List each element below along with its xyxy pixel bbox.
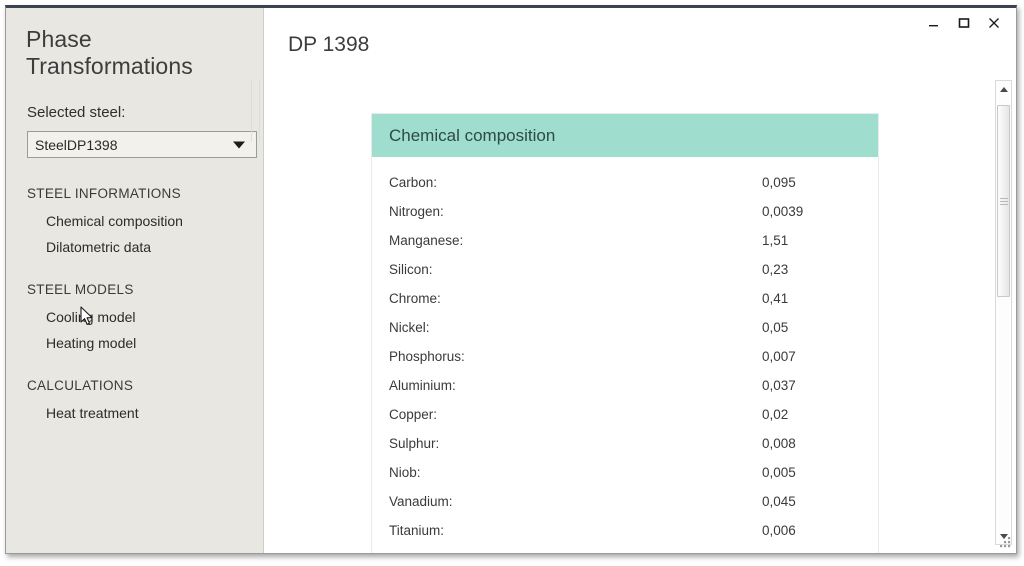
app-title: Phase Transformations [26, 26, 193, 79]
composition-element-value: 0,008 [762, 436, 796, 451]
sidebar-item-heating-model[interactable]: Heating model [6, 330, 263, 356]
resize-grip[interactable] [999, 536, 1013, 550]
scrollbar-thumb[interactable] [997, 105, 1010, 297]
vertical-scrollbar[interactable] [995, 80, 1012, 545]
composition-element-name: Copper: [389, 407, 438, 422]
composition-element-value: 0,005 [762, 465, 796, 480]
steel-select-value: SteelDP1398 [35, 136, 118, 153]
composition-list: Carbon: 0,095 Nitrogen: 0,0039 Manganese: 1,5… [372, 157, 878, 553]
nav-group-steel-informations: STEEL INFORMATIONS Chemical composition … [6, 186, 263, 260]
composition-element-name: Phosphorus: [389, 349, 465, 364]
composition-element-value: 0,02 [762, 407, 789, 422]
composition-element-value: 0,037 [762, 378, 796, 393]
composition-row: Nitrogen: 0,0039 [372, 197, 878, 226]
composition-element-name: Sulphur: [389, 436, 440, 451]
composition-element-name: Vanadium: [389, 494, 453, 509]
composition-element-value: 0,006 [762, 523, 796, 538]
composition-row: Niob: 0,005 [372, 458, 878, 487]
card-header-title: Chemical composition [389, 125, 556, 145]
composition-element-name: Niob: [389, 465, 421, 480]
chevron-down-icon [233, 141, 245, 148]
nav-group-title: STEEL INFORMATIONS [27, 186, 181, 201]
sidebar-item-dilatometric-data[interactable]: Dilatometric data [6, 234, 263, 260]
card-header: Chemical composition [372, 114, 878, 157]
sidebar-item-chemical-composition[interactable]: Chemical composition [6, 208, 263, 234]
nav-group-title: STEEL MODELS [27, 282, 134, 297]
composition-element-name: Chrome: [389, 291, 441, 306]
desktop-background: Phase Transformations Selected steel: St… [0, 0, 1024, 566]
sidebar-scrollbar-track[interactable] [251, 80, 260, 142]
composition-element-value: 0,23 [762, 262, 789, 277]
page-title: DP 1398 [288, 33, 370, 56]
grip-icon [999, 197, 1008, 205]
composition-row: Carbon: 0,095 [372, 168, 878, 197]
selected-steel-label: Selected steel: [27, 104, 126, 121]
composition-row: Manganese: 1,51 [372, 226, 878, 255]
composition-element-value: 0,05 [762, 320, 789, 335]
composition-element-name: Aluminium: [389, 378, 456, 393]
composition-row: Titanium: 0,006 [372, 516, 878, 545]
composition-element-name: Nitrogen: [389, 204, 444, 219]
composition-element-name: Titanium: [389, 523, 445, 538]
application-window: Phase Transformations Selected steel: St… [5, 5, 1017, 554]
composition-row: Phosphorus: 0,007 [372, 342, 878, 371]
composition-element-name: Silicon: [389, 262, 433, 277]
chemical-composition-card: Chemical composition Carbon: 0,095 Nitroge… [371, 113, 879, 553]
scrollbar-track[interactable] [996, 97, 1011, 528]
composition-row: Sulphur: 0,008 [372, 429, 878, 458]
window-controls [926, 8, 1016, 38]
composition-element-name: Manganese: [389, 233, 464, 248]
composition-row: Copper: 0,02 [372, 400, 878, 429]
nav-group-steel-models: STEEL MODELS Cooling model Heating model [6, 282, 263, 356]
composition-element-value: 0,0039 [762, 204, 804, 219]
minimize-icon[interactable] [926, 15, 942, 31]
composition-element-value: 0,41 [762, 291, 789, 306]
composition-element-value: 1,51 [762, 233, 789, 248]
nav-group-title: CALCULATIONS [27, 378, 134, 393]
composition-row: Vanadium: 0,045 [372, 487, 878, 516]
triangle-up-icon [999, 86, 1008, 92]
composition-element-name: Nickel: [389, 320, 430, 335]
composition-row: Silicon: 0,23 [372, 255, 878, 284]
composition-row: Nickel: 0,05 [372, 313, 878, 342]
scroll-up-button[interactable] [996, 81, 1011, 97]
maximize-icon[interactable] [956, 15, 972, 31]
composition-row: Chrome: 0,41 [372, 284, 878, 313]
nav-group-calculations: CALCULATIONS Heat treatment [6, 378, 263, 426]
sidebar-item-heat-treatment[interactable]: Heat treatment [6, 400, 263, 426]
close-icon[interactable] [986, 15, 1002, 31]
composition-row: Aluminium: 0,037 [372, 371, 878, 400]
composition-element-value: 0,095 [762, 175, 796, 190]
composition-element-name: Carbon: [389, 175, 438, 190]
composition-element-value: 0,045 [762, 494, 796, 509]
steel-select[interactable]: SteelDP1398 [27, 131, 257, 158]
sidebar: Phase Transformations Selected steel: St… [6, 8, 264, 553]
main-content: DP 1398 Chemical composition Carbon: 0,09… [264, 8, 1016, 553]
sidebar-nav: STEEL INFORMATIONS Chemical composition … [6, 186, 263, 426]
sidebar-item-cooling-model[interactable]: Cooling model [6, 304, 263, 330]
composition-element-value: 0,007 [762, 349, 796, 364]
